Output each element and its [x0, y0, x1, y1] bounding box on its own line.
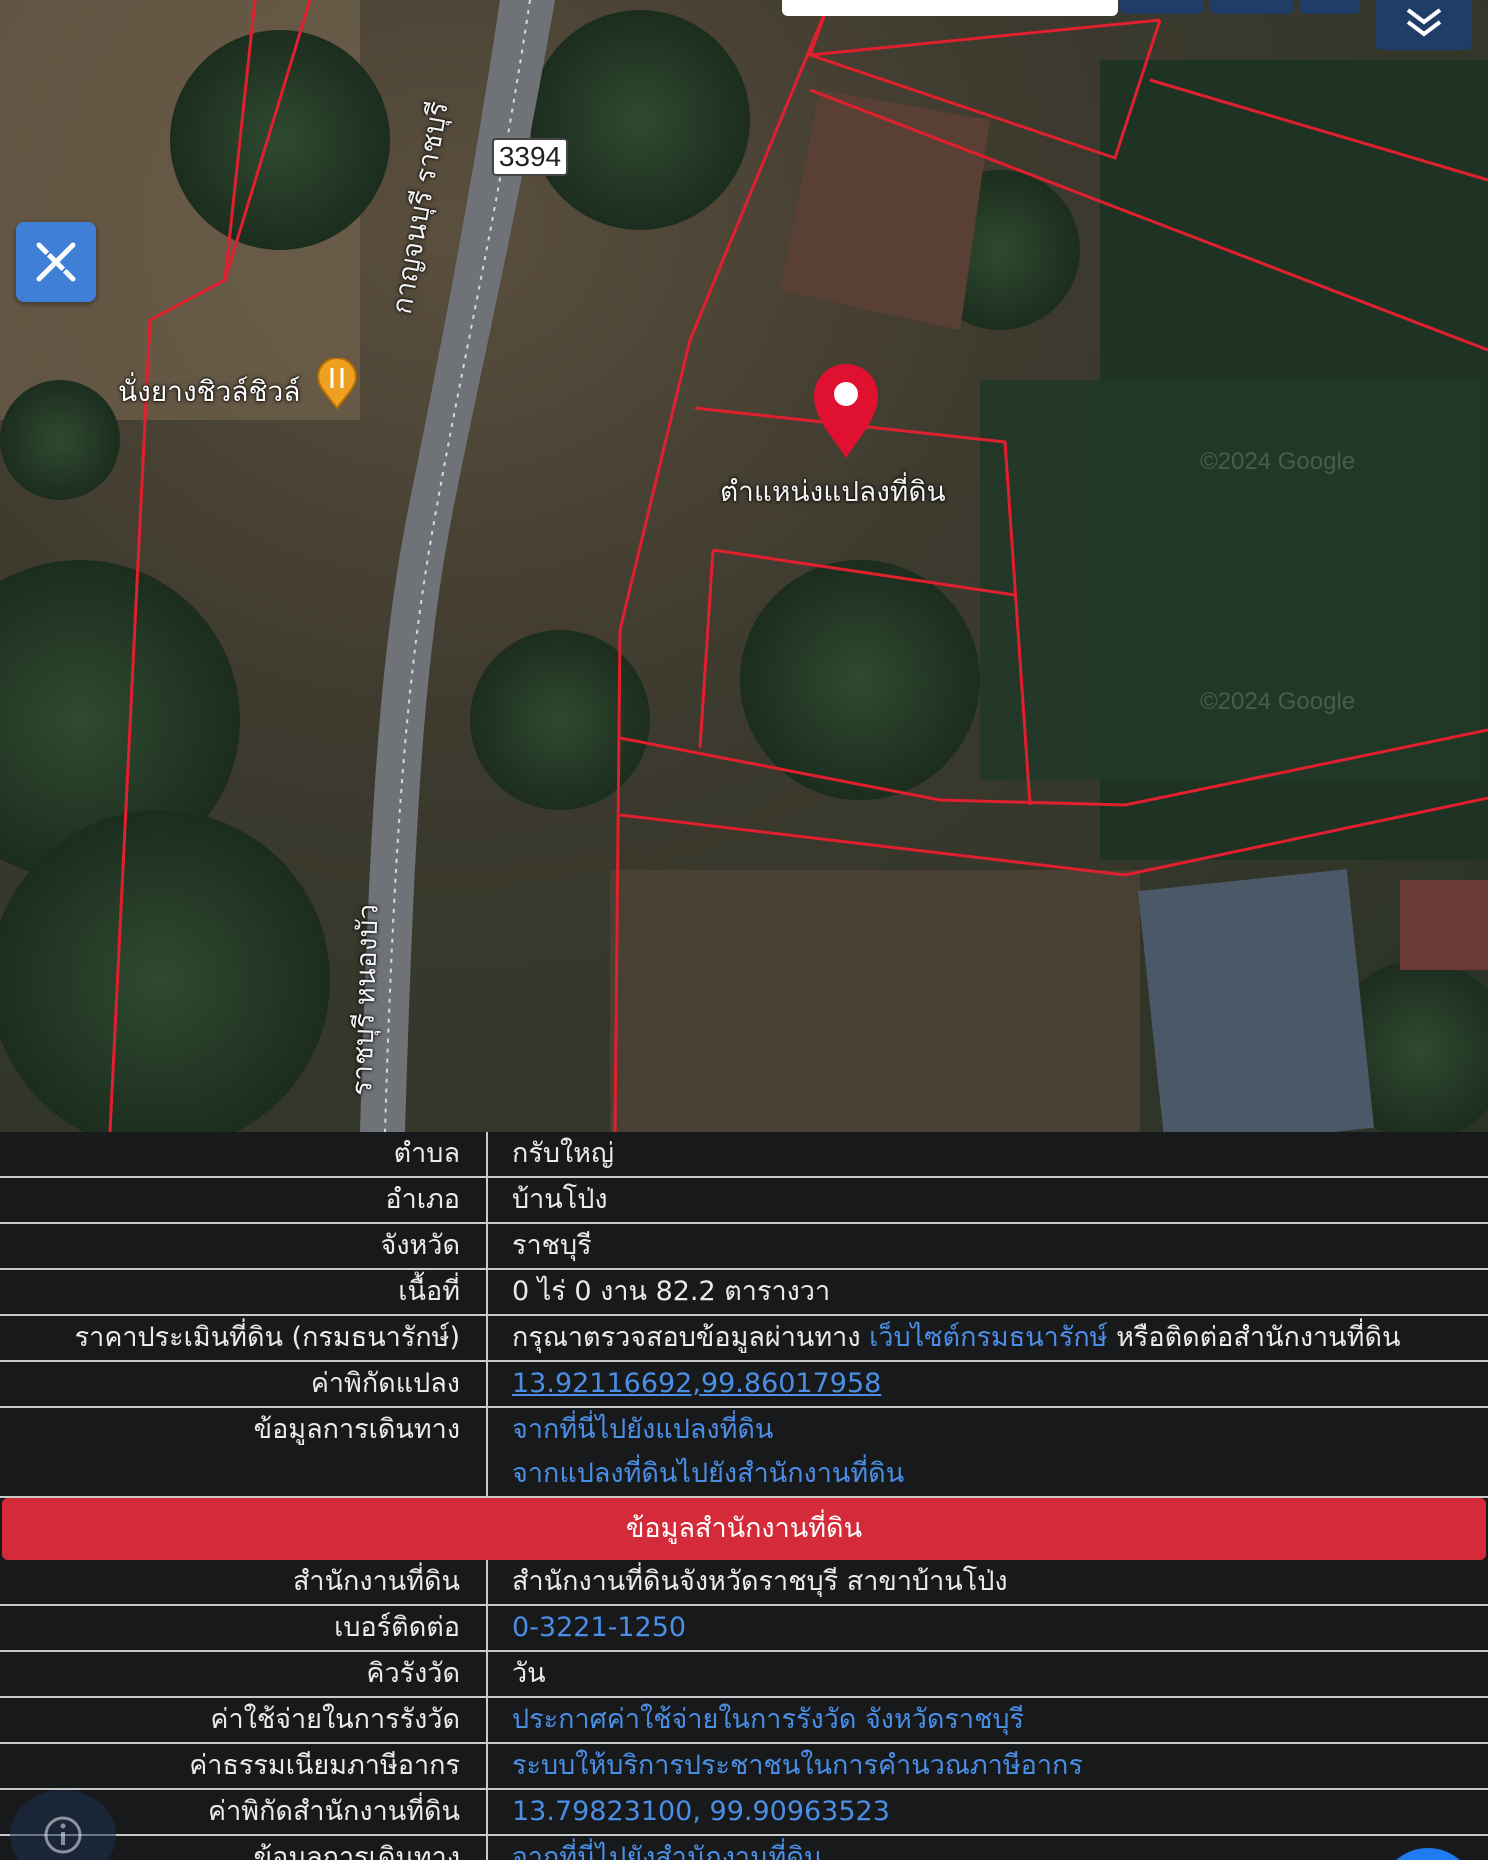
- info-row-district: อำเภอ บ้านโป่ง: [0, 1178, 1488, 1224]
- info-value: ราชบุรี: [512, 1230, 592, 1261]
- info-row-survey-cost: ค่าใช้จ่ายในการรังวัด ประกาศค่าใช้จ่ายใน…: [0, 1698, 1488, 1744]
- info-key: คิวรังวัด: [0, 1652, 488, 1696]
- map-terrain: [0, 0, 1488, 1132]
- tax-calculator-link[interactable]: ระบบให้บริการประชาชนในการคำนวณภาษีอากร: [512, 1750, 1083, 1781]
- office-coordinates-link[interactable]: 13.79823100, 99.90963523: [512, 1796, 890, 1827]
- info-key: สำนักงานที่ดิน: [0, 1560, 488, 1604]
- info-row-area: เนื้อที่ 0 ไร่ 0 งาน 82.2 ตารางวา: [0, 1270, 1488, 1316]
- info-row-office-coordinates: ค่าพิกัดสำนักงานที่ดิน 13.79823100, 99.9…: [0, 1790, 1488, 1836]
- draw-tool-button[interactable]: [16, 222, 96, 302]
- map-home-button[interactable]: [1210, 0, 1294, 14]
- parcel-coordinates-link[interactable]: 13.92116692,99.86017958: [512, 1368, 881, 1399]
- road-number-badge: 3394: [492, 138, 568, 176]
- map-toolbar-button[interactable]: [1300, 0, 1360, 14]
- draw-ruler-pencil-icon: [36, 242, 76, 282]
- info-value: สำนักงานที่ดินจังหวัดราชบุรี สาขาบ้านโป่…: [512, 1566, 1008, 1597]
- land-info-panel: ตำบล กรับใหญ่ อำเภอ บ้านโป่ง จังหวัด ราช…: [0, 1132, 1488, 1860]
- map-watermark: ©2024 Google: [1200, 688, 1356, 715]
- info-row-tax-fee: ค่าธรรมเนียมภาษีอากร ระบบให้บริการประชาช…: [0, 1744, 1488, 1790]
- map-search-box[interactable]: [782, 0, 1118, 16]
- info-value: กรุณาตรวจสอบข้อมูลผ่านทาง เว็บไซต์กรมธนา…: [488, 1316, 1488, 1360]
- parcel-pin-label: ตำแหน่งแปลงที่ดิน: [720, 476, 946, 507]
- layers-chevron-icon: [1406, 8, 1442, 37]
- info-icon: [44, 1816, 82, 1854]
- map-pin-icon[interactable]: [810, 360, 882, 460]
- info-row-subdistrict: ตำบล กรับใหญ่: [0, 1132, 1488, 1178]
- office-section-header: ข้อมูลสำนักงานที่ดิน: [2, 1498, 1486, 1560]
- info-key: อำเภอ: [0, 1178, 488, 1222]
- info-key: จังหวัด: [0, 1224, 488, 1268]
- directions-to-parcel-link[interactable]: จากที่นี่ไปยังแปลงที่ดิน: [512, 1408, 1488, 1452]
- road-name-label: ราชบุรี หนองบัว: [345, 903, 384, 1097]
- price-text-pre: กรุณาตรวจสอบข้อมูลผ่านทาง: [512, 1322, 861, 1353]
- info-key: ข้อมูลการเดินทาง: [0, 1408, 488, 1496]
- poi-label[interactable]: นั่งยางชิวล์ชิวล์: [118, 370, 300, 414]
- info-key: ตำบล: [0, 1132, 488, 1176]
- info-key: เนื้อที่: [0, 1270, 488, 1314]
- info-row-travel: ข้อมูลการเดินทาง จากที่นี่ไปยังแปลงที่ดิ…: [0, 1408, 1488, 1498]
- info-row-coordinates: ค่าพิกัดแปลง 13.92116692,99.86017958: [0, 1362, 1488, 1408]
- info-row-price: ราคาประเมินที่ดิน (กรมธนารักษ์) กรุณาตรว…: [0, 1316, 1488, 1362]
- directions-to-office-link[interactable]: จากแปลงที่ดินไปยังสำนักงานที่ดิน: [512, 1452, 1488, 1496]
- office-phone-link[interactable]: 0-3221-1250: [512, 1612, 686, 1643]
- info-key: ค่าพิกัดแปลง: [0, 1362, 488, 1406]
- info-row-phone: เบอร์ติดต่อ 0-3221-1250: [0, 1606, 1488, 1652]
- info-value: วัน: [512, 1658, 546, 1689]
- treasury-website-link[interactable]: เว็บไซต์กรมธนารักษ์: [869, 1322, 1107, 1353]
- price-text-post: หรือติดต่อสำนักงานที่ดิน: [1116, 1322, 1401, 1353]
- map-watermark: ©2024 Google: [1200, 448, 1356, 475]
- restaurant-icon[interactable]: [316, 358, 358, 410]
- survey-cost-link[interactable]: ประกาศค่าใช้จ่ายในการรังวัด จังหวัดราชบุ…: [512, 1704, 1024, 1735]
- info-row-office: สำนักงานที่ดิน สำนักงานที่ดินจังหวัดราชบ…: [0, 1560, 1488, 1606]
- info-key: ค่าใช้จ่ายในการรังวัด: [0, 1698, 488, 1742]
- info-key: ราคาประเมินที่ดิน (กรมธนารักษ์): [0, 1316, 488, 1360]
- info-row-queue: คิวรังวัด วัน: [0, 1652, 1488, 1698]
- map-toolbar-button[interactable]: [1120, 0, 1204, 14]
- layers-button[interactable]: [1376, 0, 1472, 50]
- info-value: 0 ไร่ 0 งาน 82.2 ตารางวา: [512, 1276, 831, 1307]
- info-key: ค่าธรรมเนียมภาษีอากร: [0, 1744, 488, 1788]
- info-key: เบอร์ติดต่อ: [0, 1606, 488, 1650]
- info-value: กรับใหญ่: [512, 1138, 614, 1169]
- info-value: บ้านโป่ง: [512, 1184, 608, 1215]
- info-row-province: จังหวัด ราชบุรี: [0, 1224, 1488, 1270]
- satellite-map[interactable]: 3394 กาญจนบุรี ราชบุรี ราชบุรี หนองบัว น…: [0, 0, 1488, 1132]
- info-row-office-travel: ข้อมูลการเดินทาง จากที่นี่ไปยังสำนักงานท…: [0, 1836, 1488, 1860]
- directions-to-office-link[interactable]: จากที่นี่ไปยังสำนักงานที่ดิน: [512, 1842, 822, 1860]
